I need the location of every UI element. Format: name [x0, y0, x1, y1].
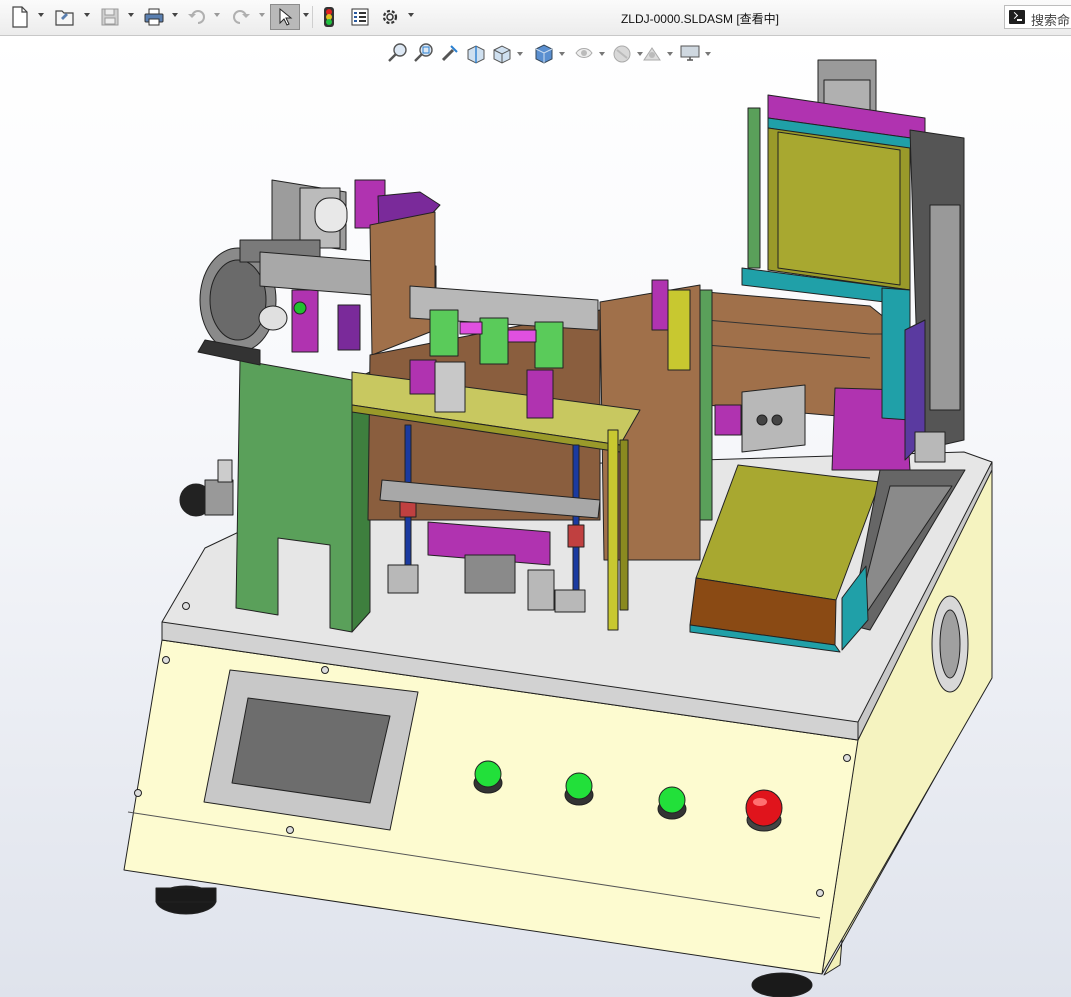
- save-dropdown-caret[interactable]: [128, 13, 134, 17]
- redo-arrow-icon[interactable]: [229, 4, 253, 30]
- traffic-light-icon[interactable]: [318, 4, 340, 30]
- undo-dropdown-caret[interactable]: [214, 13, 220, 17]
- toolbar-separator: [312, 6, 313, 28]
- emergency-stop-button[interactable]: [745, 789, 783, 832]
- start-button[interactable]: [473, 760, 503, 794]
- redo-dropdown-caret[interactable]: [259, 13, 265, 17]
- options-dropdown-caret[interactable]: [408, 13, 414, 17]
- gear-icon[interactable]: [378, 4, 402, 30]
- new-document-icon[interactable]: [8, 4, 32, 30]
- document-title: ZLDJ-0000.SLDASM [查看中]: [620, 12, 780, 26]
- search-placeholder: 搜索命: [1031, 13, 1071, 28]
- reset-button[interactable]: [564, 772, 594, 806]
- mode-button[interactable]: [657, 786, 687, 820]
- main-toolbar: ZLDJ-0000.SLDASM [查看中] 搜索命: [0, 0, 1071, 36]
- printer-icon[interactable]: [141, 4, 167, 30]
- print-dropdown-caret[interactable]: [172, 13, 178, 17]
- assembly-model[interactable]: [0, 36, 1071, 997]
- open-folder-icon[interactable]: [52, 4, 78, 30]
- file-properties-icon[interactable]: [348, 4, 372, 30]
- cursor-arrow-icon[interactable]: [270, 4, 300, 30]
- save-disk-icon[interactable]: [98, 4, 122, 30]
- terminal-icon: [1009, 10, 1025, 24]
- search-commands-box[interactable]: 搜索命: [1004, 5, 1071, 29]
- graphics-area[interactable]: [0, 36, 1071, 997]
- open-dropdown-caret[interactable]: [84, 13, 90, 17]
- new-dropdown-caret[interactable]: [38, 13, 44, 17]
- select-dropdown-caret[interactable]: [303, 13, 309, 17]
- undo-arrow-icon[interactable]: [185, 4, 209, 30]
